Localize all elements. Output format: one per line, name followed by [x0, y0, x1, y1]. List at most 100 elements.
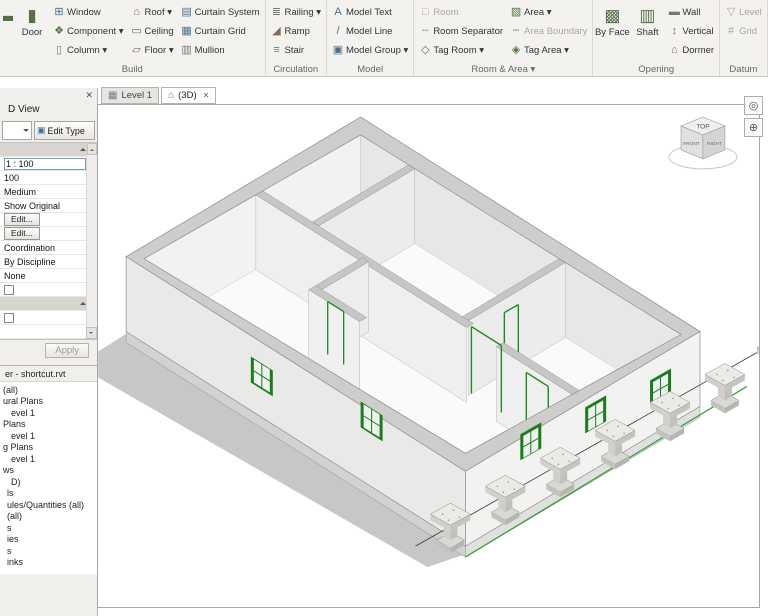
- display-options-edit-button[interactable]: Edit...: [4, 227, 40, 240]
- area-icon: ▧: [510, 6, 522, 18]
- zoom-button[interactable]: ⊕: [744, 118, 763, 137]
- ramp-button[interactable]: ◢ Ramp: [269, 22, 323, 40]
- opening-wall-button[interactable]: ▬ Wall: [666, 3, 716, 21]
- roof-button[interactable]: ⌂ Roof ▾: [129, 3, 176, 21]
- column-button[interactable]: ▯ Column ▾: [51, 41, 126, 59]
- browser-item[interactable]: evel 1: [0, 453, 97, 465]
- component-icon: ❖: [53, 25, 65, 37]
- panel-label-circulation: Circulation: [266, 64, 326, 76]
- dormer-button[interactable]: ⌂ Dormer: [666, 41, 716, 59]
- model-text-button[interactable]: A Model Text: [330, 3, 410, 21]
- shaft-icon: ▥: [639, 5, 655, 28]
- mullion-button[interactable]: ▥ Mullion: [179, 41, 262, 59]
- scroll-down-arrow[interactable]: [86, 327, 97, 339]
- door-button[interactable]: ▮ Door: [16, 3, 48, 38]
- drawing-area[interactable]: TOP FRONT RIGHT: [97, 104, 760, 608]
- close-tab-icon[interactable]: ✕: [203, 91, 210, 100]
- floor-button[interactable]: ▱ Floor ▾: [129, 41, 176, 59]
- model-line-button[interactable]: / Model Line: [330, 22, 410, 40]
- stair-button[interactable]: ≡ Stair: [269, 41, 323, 59]
- component-button[interactable]: ❖ Component ▾: [51, 22, 126, 40]
- window-button[interactable]: ⊞ Window: [51, 3, 126, 21]
- tag-area-button[interactable]: ◈ Tag Area ▾: [508, 41, 589, 59]
- room-button[interactable]: □ Room: [417, 3, 505, 21]
- browser-item[interactable]: ies: [0, 534, 97, 546]
- column-icon: ▯: [53, 44, 65, 56]
- properties-scrollbar[interactable]: [86, 143, 97, 339]
- scroll-up-arrow[interactable]: [87, 143, 97, 155]
- window-icon: ⊞: [53, 6, 65, 18]
- project-browser-tree: (all) ural Plans evel 1 Plans evel 1 g P…: [0, 381, 97, 574]
- navigation-bar: ◎ ⊕: [744, 96, 763, 137]
- apply-button[interactable]: Apply: [45, 343, 89, 358]
- analysis-display-cell[interactable]: None: [0, 269, 97, 283]
- browser-item[interactable]: g Plans: [0, 442, 97, 454]
- steering-wheel-icon: ◎: [749, 99, 759, 112]
- browser-item[interactable]: evel 1: [0, 430, 97, 442]
- browser-item[interactable]: evel 1: [0, 407, 97, 419]
- zoom-icon: ⊕: [749, 121, 758, 134]
- vertical-icon: ↕: [668, 25, 680, 37]
- browser-item[interactable]: (all): [0, 511, 97, 523]
- mullion-icon: ▥: [181, 44, 193, 56]
- room-separator-button[interactable]: ┄ Room Separator: [417, 22, 505, 40]
- model-group-icon: ▣: [332, 44, 344, 56]
- browser-item[interactable]: inks: [0, 557, 97, 569]
- tab-3d-view[interactable]: ⌂ (3D) ✕: [161, 87, 216, 104]
- hidden-lines-cell[interactable]: By Discipline: [0, 255, 97, 269]
- curtain-system-button[interactable]: ▤ Curtain System: [179, 3, 262, 21]
- view-cube[interactable]: TOP FRONT RIGHT: [669, 117, 737, 169]
- sun-path-checkbox[interactable]: [4, 285, 14, 295]
- scale-value-cell[interactable]: 100: [0, 171, 97, 185]
- parts-visibility-cell[interactable]: Show Original: [0, 199, 97, 213]
- dormer-icon: ⌂: [668, 44, 680, 56]
- shaft-button[interactable]: ▥ Shaft: [631, 3, 663, 38]
- steering-wheel-button[interactable]: ◎: [744, 96, 763, 115]
- model-group-button[interactable]: ▣ Model Group ▾: [330, 41, 410, 59]
- wall-icon: ▬: [3, 5, 13, 28]
- browser-item[interactable]: s: [0, 522, 97, 534]
- prop-group-header[interactable]: [0, 143, 97, 157]
- viewcube-front-label: FRONT: [683, 141, 700, 147]
- tag-room-button[interactable]: ◇ Tag Room ▾: [417, 41, 505, 59]
- detail-level-cell[interactable]: Medium: [0, 185, 97, 199]
- grid-icon: #: [725, 25, 737, 37]
- curtain-grid-button[interactable]: ▦ Curtain Grid: [179, 22, 262, 40]
- view-scale-value[interactable]: 1 : 100: [4, 158, 86, 170]
- crop-view-checkbox[interactable]: [4, 313, 14, 323]
- discipline-cell[interactable]: Coordination: [0, 241, 97, 255]
- panel-label-model: Model: [327, 64, 413, 76]
- browser-item[interactable]: Plans: [0, 419, 97, 431]
- type-selector-dropdown[interactable]: [2, 121, 32, 140]
- edit-type-button[interactable]: ▣ Edit Type: [34, 121, 95, 140]
- browser-item[interactable]: D): [0, 476, 97, 488]
- vertical-button[interactable]: ↕ Vertical: [666, 22, 716, 40]
- close-palette-icon[interactable]: ✕: [85, 90, 93, 101]
- opening-wall-icon: ▬: [668, 6, 680, 18]
- browser-item[interactable]: ws: [0, 465, 97, 477]
- browser-item[interactable]: ls: [0, 488, 97, 500]
- browser-item[interactable]: s: [0, 545, 97, 557]
- building-model: [126, 117, 700, 546]
- browser-item[interactable]: (all): [0, 384, 97, 396]
- browser-item[interactable]: ural Plans: [0, 396, 97, 408]
- area-button[interactable]: ▧ Area ▾: [508, 3, 589, 21]
- browser-item[interactable]: ules/Quantities (all): [0, 499, 97, 511]
- by-face-button[interactable]: ▩ By Face: [596, 3, 628, 38]
- level-button[interactable]: ▽ Level: [723, 3, 764, 21]
- project-browser-title: er - shortcut.rvt: [0, 365, 97, 381]
- wall-button[interactable]: ▬: [3, 3, 13, 28]
- floor-icon: ▱: [131, 44, 143, 56]
- edit-type-icon: ▣: [37, 125, 46, 136]
- ribbon: ▬ ▮ Door ⊞ Window ❖ Component ▾ ▯ Column…: [0, 0, 768, 77]
- railing-button[interactable]: ≣ Railing ▾: [269, 3, 323, 21]
- prop-group-header[interactable]: [0, 297, 97, 311]
- tab-level-1[interactable]: ▦ Level 1: [101, 87, 159, 104]
- viewcube-top-label: TOP: [696, 123, 709, 130]
- panel-label-room-area[interactable]: Room & Area ▾: [414, 64, 592, 76]
- area-boundary-button[interactable]: ┅ Area Boundary: [508, 22, 589, 40]
- vg-overrides-edit-button[interactable]: Edit...: [4, 213, 40, 226]
- area-boundary-icon: ┅: [510, 25, 522, 37]
- ceiling-button[interactable]: ▭ Ceiling: [129, 22, 176, 40]
- grid-button[interactable]: # Grid: [723, 22, 764, 40]
